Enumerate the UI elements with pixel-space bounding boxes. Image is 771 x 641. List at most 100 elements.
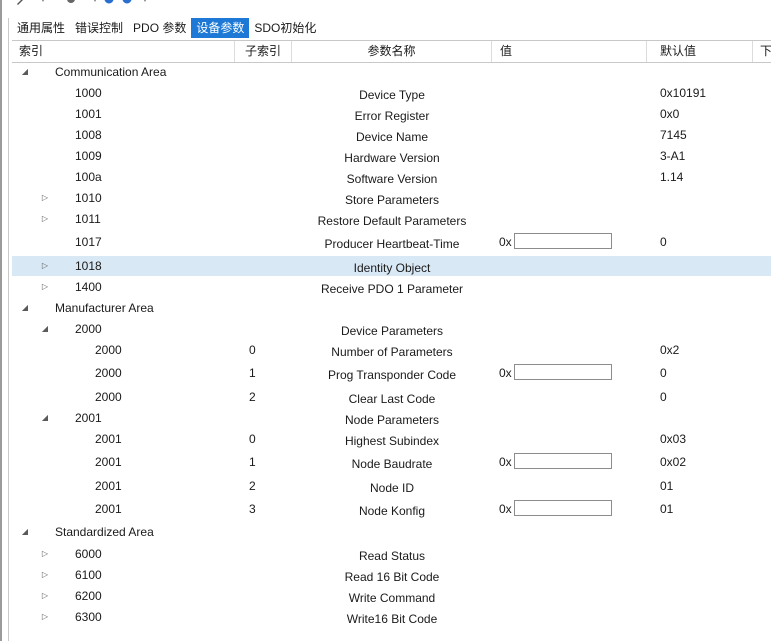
default-value-cell: 0: [660, 235, 667, 249]
collapse-arrow-icon[interactable]: ◢: [20, 298, 30, 318]
table-row[interactable]: 2000 0 Number of Parameters 0x2: [12, 340, 771, 360]
param-name-cell: Hardware Version: [344, 151, 440, 165]
table-row[interactable]: ▷ 6000 Read Status: [12, 544, 771, 564]
table-row[interactable]: 2000 1 Prog Transponder Code 0x 0: [12, 363, 771, 383]
gear-icon[interactable]: [66, 0, 76, 6]
expand-arrow-icon[interactable]: ▷: [40, 188, 50, 208]
value-cell: 0x: [499, 232, 619, 252]
collapse-arrow-icon[interactable]: ◢: [20, 62, 30, 82]
pencil-icon[interactable]: [16, 0, 26, 6]
index-cell: 2000: [95, 366, 122, 380]
index-cell: 100a: [75, 170, 102, 184]
col-header-index[interactable]: 索引: [12, 41, 235, 62]
index-cell: 1400: [75, 280, 102, 294]
expand-arrow-icon[interactable]: ▷: [40, 209, 50, 229]
table-row[interactable]: ▷ 1010 Store Parameters: [12, 188, 771, 208]
table-row[interactable]: ▷ 6200 Write Command: [12, 586, 771, 606]
tree-group-row[interactable]: ◢ Standardized Area: [12, 522, 771, 542]
table-row[interactable]: 2001 0 Highest Subindex 0x03: [12, 429, 771, 449]
index-cell: 1001: [75, 107, 102, 121]
tree-group-row[interactable]: ◢ Communication Area: [12, 62, 771, 82]
default-value-cell: 0: [660, 390, 667, 404]
value-cell: 0x: [499, 452, 619, 472]
expand-arrow-icon[interactable]: ▷: [40, 565, 50, 585]
table-row[interactable]: 1008 Device Name 7145: [12, 125, 771, 145]
expand-arrow-icon[interactable]: ▷: [40, 607, 50, 627]
param-name-cell: Read Status: [358, 549, 426, 563]
tab-bar: 通用属性 错误控制 PDO 参数 设备参数 SDO初始化: [12, 18, 321, 38]
value-cell: 0x: [499, 363, 619, 383]
param-name-cell: Read 16 Bit Code: [344, 570, 440, 584]
value-cell: 0x: [499, 499, 619, 519]
sort-icon-2[interactable]: [90, 0, 100, 6]
table-row[interactable]: 1001 Error Register 0x0: [12, 104, 771, 124]
col-header-param-name[interactable]: 参数名称: [292, 41, 492, 62]
info-icon[interactable]: [122, 0, 132, 6]
collapse-arrow-icon[interactable]: ◢: [40, 408, 50, 428]
collapse-arrow-icon[interactable]: ◢: [40, 319, 50, 339]
group-label: Manufacturer Area: [55, 301, 154, 315]
tab-device-parameters[interactable]: 设备参数: [191, 18, 250, 38]
table-row[interactable]: 1017 Producer Heartbeat-Time 0x 0: [12, 232, 771, 252]
col-header-default[interactable]: 默认值: [647, 41, 753, 62]
expand-arrow-icon[interactable]: ▷: [40, 586, 50, 606]
default-value-cell: 0x02: [660, 455, 687, 469]
table-row[interactable]: ◢ 2001 Node Parameters: [12, 408, 771, 428]
tab-sdo-init[interactable]: SDO初始化: [249, 18, 321, 38]
param-name-cell: Store Parameters: [344, 193, 440, 207]
param-name-cell: Prog Transponder Code: [327, 368, 457, 382]
default-value-cell: 0x2: [660, 343, 680, 357]
table-row[interactable]: ▷ 1400 Receive PDO 1 Parameter: [12, 277, 771, 297]
value-input[interactable]: [514, 364, 612, 380]
param-name-cell: Identity Object: [353, 261, 431, 275]
index-cell: 1000: [75, 86, 102, 100]
index-cell: 6200: [75, 589, 102, 603]
tree-group-row[interactable]: ◢ Manufacturer Area: [12, 298, 771, 318]
table-row[interactable]: ▷ 6100 Read 16 Bit Code: [12, 565, 771, 585]
param-name-cell: Device Type: [359, 88, 425, 102]
subindex-cell: 1: [249, 455, 256, 469]
sort-icon-3[interactable]: [140, 0, 150, 6]
default-value-cell: 01: [660, 479, 674, 493]
table-row[interactable]: 100a Software Version 1.14: [12, 167, 771, 187]
default-value-cell: 0x10191: [660, 86, 707, 100]
subindex-cell: 3: [249, 502, 256, 516]
help-icon[interactable]: [104, 0, 114, 6]
param-name-cell: Highest Subindex: [344, 434, 440, 448]
table-row[interactable]: 2001 1 Node Baudrate 0x 0x02: [12, 452, 771, 472]
default-value-cell: 7145: [660, 128, 687, 142]
table-row[interactable]: ▷ 1011 Restore Default Parameters: [12, 209, 771, 229]
table-row[interactable]: 2001 3 Node Konfig 0x 01: [12, 499, 771, 519]
param-name-cell: Software Version: [346, 172, 438, 186]
table-row[interactable]: ▷ 1018 Identity Object: [12, 256, 771, 276]
expand-arrow-icon[interactable]: ▷: [40, 277, 50, 297]
sort-icon[interactable]: [38, 0, 48, 6]
index-cell: 1009: [75, 149, 102, 163]
table-row[interactable]: ◢ 2000 Device Parameters: [12, 319, 771, 339]
index-cell: 1018: [75, 259, 102, 273]
table-row[interactable]: 1000 Device Type 0x10191: [12, 83, 771, 103]
col-header-more[interactable]: 下: [753, 41, 771, 62]
index-cell: 2000: [95, 343, 122, 357]
table-row[interactable]: ▷ 6300 Write16 Bit Code: [12, 607, 771, 627]
value-input[interactable]: [514, 500, 612, 516]
col-header-value[interactable]: 值: [492, 41, 647, 62]
index-cell: 6000: [75, 547, 102, 561]
tab-error-control[interactable]: 错误控制: [70, 18, 128, 38]
tab-pdo-parameters[interactable]: PDO 参数: [128, 18, 191, 38]
table-row[interactable]: 1009 Hardware Version 3-A1: [12, 146, 771, 166]
group-label: Communication Area: [55, 65, 167, 79]
col-header-subindex[interactable]: 子索引: [235, 41, 292, 62]
subindex-cell: 0: [249, 432, 256, 446]
tab-general-properties[interactable]: 通用属性: [12, 18, 70, 38]
collapse-arrow-icon[interactable]: ◢: [20, 522, 30, 542]
grid-header: 索引 子索引 参数名称 值 默认值 下: [12, 40, 771, 63]
index-cell: 1008: [75, 128, 102, 142]
expand-arrow-icon[interactable]: ▷: [40, 544, 50, 564]
param-name-cell: Receive PDO 1 Parameter: [320, 282, 464, 296]
expand-arrow-icon[interactable]: ▷: [40, 256, 50, 276]
table-row[interactable]: 2001 2 Node ID 01: [12, 476, 771, 496]
table-row[interactable]: 2000 2 Clear Last Code 0: [12, 387, 771, 407]
value-input[interactable]: [514, 233, 612, 249]
value-input[interactable]: [514, 453, 612, 469]
